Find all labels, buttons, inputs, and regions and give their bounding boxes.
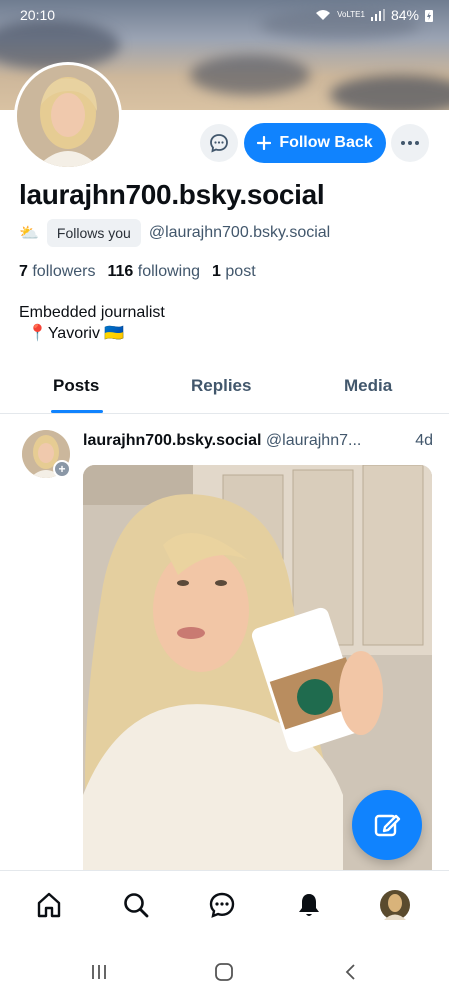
plus-icon xyxy=(257,136,272,150)
followers-count: 7 xyxy=(19,263,28,280)
status-bar: 20:10 VoLTE1 84% xyxy=(0,0,449,30)
post-author-name[interactable]: laurajhn700.bsky.social xyxy=(83,432,261,449)
message-button[interactable] xyxy=(200,124,238,162)
battery-charging-icon xyxy=(425,9,433,22)
follow-plus-badge[interactable]: + xyxy=(53,460,71,478)
status-time: 20:10 xyxy=(20,7,56,23)
following-count: 116 xyxy=(107,263,134,280)
profile-avatar[interactable] xyxy=(14,62,122,170)
home-button-icon[interactable] xyxy=(214,962,234,982)
following-label: following xyxy=(137,263,201,280)
compose-icon xyxy=(374,814,401,837)
post-author-handle: @laurajhn7... xyxy=(265,432,362,449)
follow-back-button[interactable]: Follow Back xyxy=(244,123,386,163)
search-icon xyxy=(124,893,149,918)
follows-you-badge: Follows you xyxy=(46,219,141,247)
posts-count: 1 xyxy=(212,263,221,280)
profile-meta-row: ⛅ Follows you @laurajhn700.bsky.social xyxy=(19,219,330,247)
home-icon xyxy=(37,892,61,918)
tab-replies[interactable]: Replies xyxy=(191,376,251,396)
signal-icon xyxy=(370,9,385,21)
nav-home[interactable] xyxy=(33,889,65,921)
followers-label: followers xyxy=(32,263,96,280)
profile-bio: Embedded journalist 📍Yavoriv 🇺🇦 xyxy=(19,302,165,344)
bio-line-2: 📍Yavoriv 🇺🇦 xyxy=(19,325,125,342)
chat-bubble-icon xyxy=(210,134,228,153)
weather-emoji-icon: ⛅ xyxy=(19,225,39,242)
post-header: laurajhn700.bsky.social @laurajhn7... 4d xyxy=(83,432,433,450)
followers-stat[interactable]: 7 followers xyxy=(19,263,96,281)
profile-tabs: Posts Replies Media xyxy=(0,362,449,414)
bottom-navigation xyxy=(0,870,449,942)
recent-apps-icon[interactable] xyxy=(89,962,109,982)
wifi-icon xyxy=(316,10,331,20)
following-stat[interactable]: 116 following xyxy=(108,263,201,281)
post-timestamp[interactable]: 4d xyxy=(415,432,433,450)
profile-display-name: laurajhn700.bsky.social xyxy=(19,179,325,210)
nav-notifications[interactable] xyxy=(293,889,325,921)
ellipsis-icon xyxy=(401,141,419,145)
follow-back-label: Follow Back xyxy=(279,134,373,151)
nav-chat[interactable] xyxy=(206,889,238,921)
tab-media[interactable]: Media xyxy=(344,376,392,396)
chat-icon xyxy=(209,892,235,918)
network-label: VoLTE1 xyxy=(337,10,365,19)
system-navigation-bar xyxy=(0,942,449,1000)
bio-line-1: Embedded journalist xyxy=(19,304,165,321)
posts-stat: 1 post xyxy=(212,263,256,281)
profile-stats: 7 followers 116 following 1 post xyxy=(19,263,256,281)
posts-label: post xyxy=(225,263,256,280)
back-icon[interactable] xyxy=(341,962,361,982)
active-tab-indicator xyxy=(51,410,103,413)
nav-search[interactable] xyxy=(120,889,152,921)
profile-handle: @laurajhn700.bsky.social xyxy=(148,224,331,241)
notifications-icon xyxy=(299,894,319,916)
profile-avatar-small xyxy=(380,890,410,920)
compose-post-button[interactable] xyxy=(352,790,422,860)
battery-percent: 84% xyxy=(390,7,419,23)
nav-profile[interactable] xyxy=(379,889,411,921)
more-options-button[interactable] xyxy=(391,124,429,162)
tab-posts[interactable]: Posts xyxy=(53,376,99,396)
